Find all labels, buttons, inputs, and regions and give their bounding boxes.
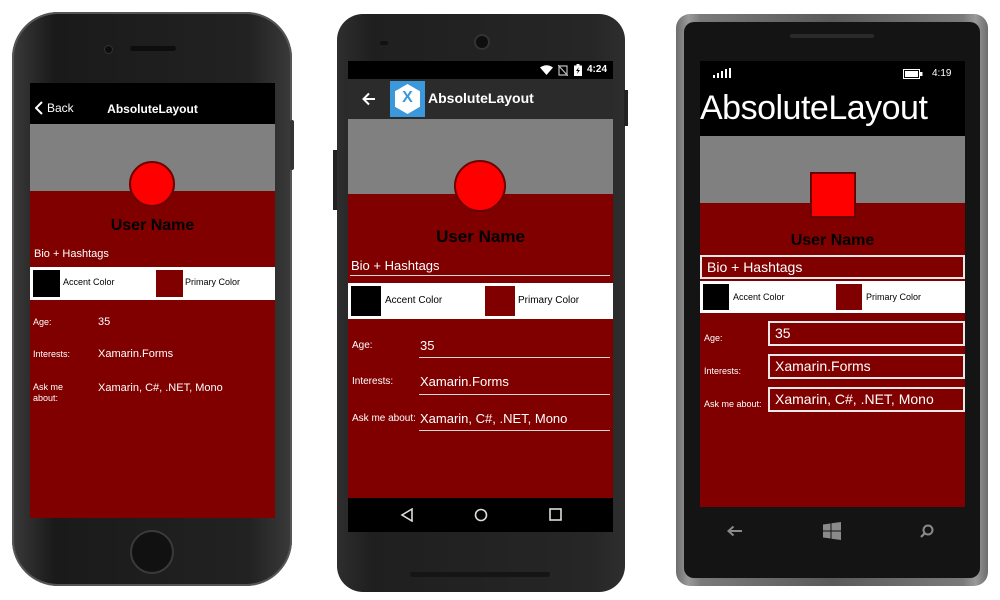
wp-user-name: User Name (790, 232, 875, 249)
wp-back-icon[interactable] (727, 525, 743, 537)
wifi-icon (540, 65, 553, 75)
android-ask-label: Ask me about: (352, 413, 416, 424)
wp-age-label: Age: (704, 333, 723, 343)
android-ask-field[interactable]: Xamarin, C#, .NET, Mono (420, 411, 567, 426)
wp-accent-label: Accent Color (733, 292, 785, 302)
ios-age-field[interactable]: 35 (98, 316, 110, 328)
wp-primary-swatch[interactable] (836, 284, 862, 310)
android-interests-label: Interests: (352, 376, 394, 387)
iphone-camera (105, 46, 112, 53)
iphone-side-button (290, 120, 294, 170)
android-avatar-circle (454, 160, 506, 212)
wp-ask-field[interactable]: Xamarin, C#, .NET, Mono (768, 387, 965, 412)
wp-avatar-square (810, 172, 856, 218)
ios-accent-label: Accent Color (63, 277, 115, 287)
wp-bio-field[interactable]: Bio + Hashtags (700, 255, 965, 279)
android-interests-field[interactable]: Xamarin.Forms (420, 374, 509, 389)
android-status-time: 4:24 (587, 64, 608, 75)
android-screen: 4:24 X AbsoluteLayout User Name Bio + Ha… (348, 61, 613, 532)
ios-nav-bar: Back AbsoluteLayout (30, 83, 275, 125)
iphone-screen: Back AbsoluteLayout User Name Bio + Hash… (30, 83, 275, 518)
android-bio-underline (350, 275, 610, 276)
wp-status-time: 4:19 (932, 68, 952, 79)
wp-interests-label: Interests: (704, 366, 742, 376)
android-accent-swatch[interactable] (351, 286, 381, 316)
battery-icon (903, 69, 923, 79)
wp-age-field[interactable]: 35 (768, 321, 965, 346)
ios-user-name: User Name (110, 217, 195, 234)
wp-ask-label: Ask me about: (704, 399, 762, 409)
ios-interests-field[interactable]: Xamarin.Forms (98, 348, 173, 360)
ios-avatar-circle (129, 161, 175, 207)
android-user-name: User Name (436, 227, 525, 246)
ios-primary-swatch[interactable] (156, 270, 183, 297)
android-ask-underline (419, 430, 610, 431)
ios-ask-label: Ask me about: (33, 382, 64, 403)
wp-page-title: AbsoluteLayout (700, 89, 928, 127)
ios-ask-field[interactable]: Xamarin, C#, .NET, Mono (98, 382, 223, 394)
android-color-strip: Accent Color Primary Color (348, 283, 613, 319)
wp-primary-label: Primary Color (866, 292, 922, 302)
winphone-earpiece (790, 34, 874, 38)
android-primary-swatch[interactable] (485, 286, 515, 316)
ios-interests-label: Interests: (33, 349, 71, 359)
ios-color-strip: Accent Color Primary Color (30, 267, 275, 300)
signal-icon (713, 68, 731, 78)
android-status-bar: 4:24 (348, 61, 613, 79)
ios-bio-field[interactable]: Bio + Hashtags (34, 248, 109, 260)
ios-nav-title: AbsoluteLayout (107, 102, 198, 116)
android-speaker-grill (380, 41, 388, 45)
android-primary-label: Primary Color (518, 295, 580, 306)
android-volume-button (333, 150, 337, 210)
nav-home-icon[interactable] (474, 508, 488, 522)
iphone-home-button[interactable] (130, 530, 174, 574)
android-age-field[interactable]: 35 (420, 338, 434, 353)
android-interests-underline (419, 394, 610, 395)
winphone-screen: 4:19 AbsoluteLayout User Name Bio + Hash… (700, 61, 965, 507)
android-accent-label: Accent Color (385, 295, 443, 306)
wp-color-strip: Accent Color Primary Color (700, 281, 965, 313)
android-toolbar: X AbsoluteLayout (348, 79, 613, 119)
wp-search-icon[interactable] (920, 524, 934, 538)
iphone-speaker (130, 46, 176, 51)
windows-logo-icon[interactable] (823, 522, 841, 540)
wp-accent-swatch[interactable] (703, 284, 729, 310)
android-age-label: Age: (352, 340, 373, 351)
ios-primary-label: Primary Color (185, 277, 241, 287)
nav-recents-icon[interactable] (549, 508, 562, 521)
android-bottom-speaker (410, 572, 550, 577)
xamarin-logo-icon: X (390, 81, 425, 117)
battery-charging-icon (574, 64, 582, 76)
ios-accent-swatch[interactable] (33, 270, 60, 297)
android-camera (476, 36, 488, 48)
nav-back-icon[interactable] (400, 508, 414, 522)
android-power-button (624, 90, 628, 126)
no-sim-icon (558, 65, 568, 76)
android-toolbar-title: AbsoluteLayout (428, 90, 534, 106)
ios-age-label: Age: (33, 317, 52, 327)
arrow-back-icon[interactable] (362, 92, 376, 106)
wp-interests-field[interactable]: Xamarin.Forms (768, 354, 965, 379)
android-nav-bar (348, 498, 613, 532)
android-age-underline (419, 357, 610, 358)
android-bio-field[interactable]: Bio + Hashtags (351, 258, 440, 273)
